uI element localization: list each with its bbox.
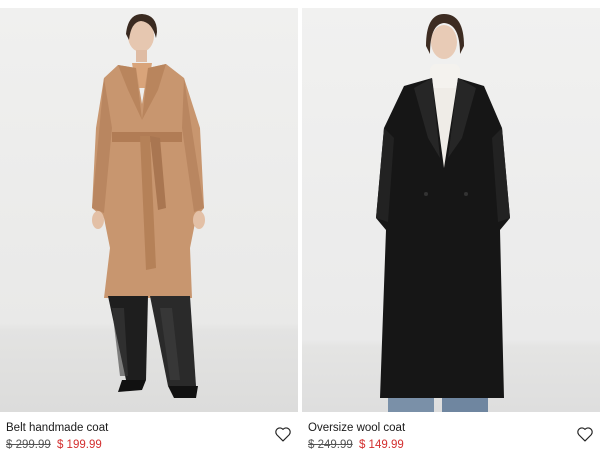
- product-prices: $ 249.99 $ 149.99: [308, 438, 596, 452]
- heart-icon[interactable]: [574, 423, 596, 445]
- product-info: Belt handmade coat $ 299.99 $ 199.99: [6, 421, 294, 455]
- heart-icon[interactable]: [272, 423, 294, 445]
- product-card[interactable]: Oversize wool coat $ 249.99 $ 149.99: [302, 0, 600, 456]
- sale-price: $ 149.99: [358, 439, 404, 451]
- product-card[interactable]: Belt handmade coat $ 299.99 $ 199.99: [0, 0, 298, 456]
- product-info: Oversize wool coat $ 249.99 $ 149.99: [308, 421, 596, 455]
- product-prices: $ 299.99 $ 199.99: [6, 438, 294, 452]
- product-name[interactable]: Belt handmade coat: [6, 421, 294, 435]
- original-price: $ 249.99: [308, 439, 353, 451]
- original-price: $ 299.99: [6, 439, 51, 451]
- product-name[interactable]: Oversize wool coat: [308, 421, 596, 435]
- sale-price: $ 199.99: [56, 439, 102, 451]
- product-image[interactable]: [302, 8, 600, 412]
- product-image[interactable]: [0, 8, 298, 412]
- product-grid: Belt handmade coat $ 299.99 $ 199.99 Ove…: [0, 0, 600, 456]
